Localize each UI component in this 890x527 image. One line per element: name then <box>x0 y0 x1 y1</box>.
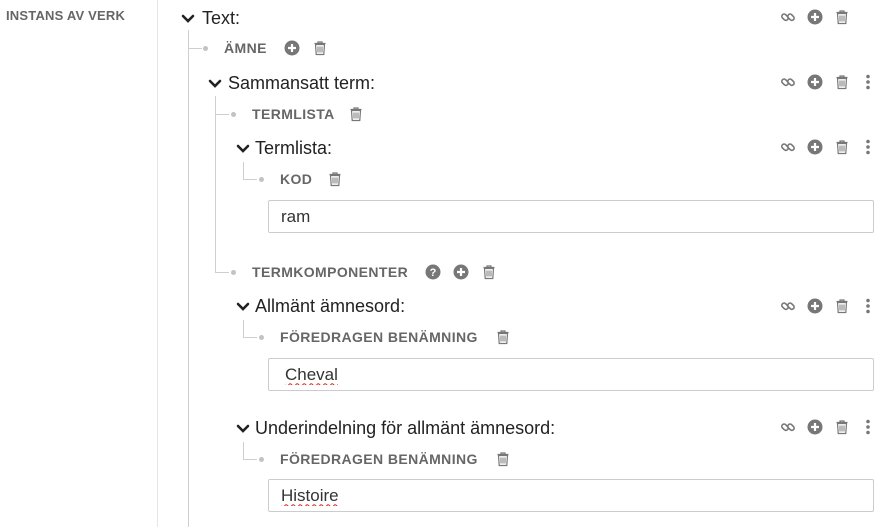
tree-line <box>243 337 257 338</box>
section-title-underindelning: Underindelning för allmänt ämnesord: <box>255 418 556 438</box>
section-title-termlista: Termlista: <box>255 138 333 158</box>
add-circle-icon[interactable] <box>807 419 823 435</box>
chevron-down-icon[interactable] <box>236 301 250 313</box>
trash-icon[interactable] <box>834 9 850 25</box>
tree-line <box>243 459 257 460</box>
more-vertical-icon[interactable] <box>861 74 875 90</box>
property-label-termkomponenter: TERMKOMPONENTER <box>252 264 409 280</box>
chevron-down-icon[interactable] <box>181 13 195 25</box>
trash-icon[interactable] <box>495 329 511 345</box>
section-title-sammansatt-term: Sammansatt term: <box>228 73 376 93</box>
link-icon[interactable] <box>780 9 796 25</box>
property-label-foredragen-benamning: FÖREDRAGEN BENÄMNING <box>280 451 478 467</box>
add-circle-icon[interactable] <box>807 298 823 314</box>
foredragen-benamning-field[interactable] <box>268 358 874 391</box>
add-circle-icon[interactable] <box>807 9 823 25</box>
kod-field[interactable] <box>268 200 874 233</box>
tree-node-dot <box>259 177 264 182</box>
tree-node-dot <box>259 457 264 462</box>
trash-icon[interactable] <box>834 298 850 314</box>
trash-icon[interactable] <box>495 451 511 467</box>
tree-line <box>215 96 216 272</box>
property-label-kod: KOD <box>280 171 313 187</box>
sidebar: INSTANS AV VERK <box>0 0 158 527</box>
section-title-allmant-amnesord: Allmänt ämnesord: <box>255 296 406 316</box>
svg-text:?: ? <box>430 267 437 279</box>
foredragen-benamning-input[interactable] <box>269 480 873 511</box>
tree-node-dot <box>259 335 264 340</box>
trash-icon[interactable] <box>834 74 850 90</box>
section-title-text: Text: <box>202 8 241 28</box>
tree-line <box>188 48 202 49</box>
foredragen-benamning-input[interactable] <box>269 359 873 390</box>
trash-icon[interactable] <box>834 419 850 435</box>
tree-node-dot <box>231 270 236 275</box>
chevron-down-icon[interactable] <box>208 78 222 90</box>
chevron-down-icon[interactable] <box>236 423 250 435</box>
more-vertical-icon[interactable] <box>861 298 875 314</box>
trash-icon[interactable] <box>327 171 343 187</box>
add-circle-icon[interactable] <box>284 40 300 56</box>
trash-icon[interactable] <box>348 106 364 122</box>
tree-line <box>215 114 229 115</box>
chevron-down-icon[interactable] <box>236 143 250 155</box>
property-label-amne: ÄMNE <box>224 40 267 56</box>
tree-line <box>243 320 244 338</box>
trash-icon[interactable] <box>312 40 328 56</box>
foredragen-benamning-field[interactable] <box>268 479 874 512</box>
link-icon[interactable] <box>780 139 796 155</box>
tree-line <box>243 179 257 180</box>
add-circle-icon[interactable] <box>807 74 823 90</box>
tree-line <box>215 272 229 273</box>
property-label-foredragen-benamning: FÖREDRAGEN BENÄMNING <box>280 329 478 345</box>
tree-node-dot <box>231 112 236 117</box>
more-vertical-icon[interactable] <box>861 139 875 155</box>
sidebar-label: INSTANS AV VERK <box>6 8 126 23</box>
help-circle-icon[interactable]: ? <box>425 264 441 280</box>
add-circle-icon[interactable] <box>807 139 823 155</box>
tree-line <box>243 442 244 460</box>
tree-line <box>243 162 244 180</box>
link-icon[interactable] <box>780 419 796 435</box>
trash-icon[interactable] <box>834 139 850 155</box>
tree-line <box>188 30 189 527</box>
property-label-termlista: TERMLISTA <box>252 106 335 122</box>
add-circle-icon[interactable] <box>453 264 469 280</box>
more-vertical-icon[interactable] <box>861 419 875 435</box>
kod-input[interactable] <box>269 201 873 232</box>
link-icon[interactable] <box>780 74 796 90</box>
link-icon[interactable] <box>780 298 796 314</box>
trash-icon[interactable] <box>481 264 497 280</box>
tree-node-dot <box>203 46 208 51</box>
